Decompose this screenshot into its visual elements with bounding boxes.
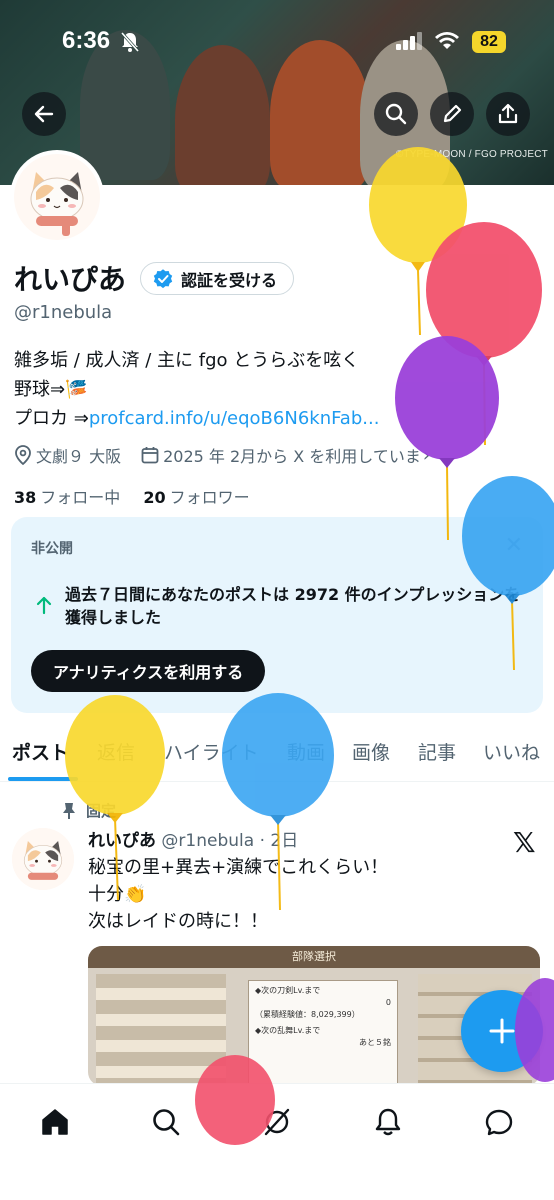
post-line: 次はレイドの時に！！ [88, 911, 268, 932]
back-button[interactable] [22, 92, 66, 136]
nav-grok[interactable] [257, 1102, 297, 1142]
balloon [426, 222, 542, 446]
private-analytics-card: 非公開 ✕ 過去７日間にあなたのポストは 2972 件のインプレッションを獲得し… [11, 517, 543, 713]
game-screen-title: 部隊選択 [292, 950, 336, 963]
bio-prefix: プロカ ⇒ [14, 408, 89, 429]
search-icon [385, 103, 407, 125]
edit-button[interactable] [430, 92, 474, 136]
tab-videos[interactable]: 動画 [287, 738, 325, 765]
pin-icon [63, 802, 75, 819]
close-icon[interactable]: ✕ [505, 533, 523, 558]
wifi-icon [435, 32, 459, 49]
plus-icon [489, 1018, 515, 1044]
bio-line: プロカ ⇒profcard.info/u/eqoB6N6knFab... [14, 404, 379, 433]
calendar-icon [141, 447, 159, 464]
followers-count: 20 [143, 488, 166, 507]
grok-icon [264, 1108, 290, 1136]
profile-name: れいぴあ [14, 263, 127, 296]
follow-stats: 38 フォロー中 20 フォロワー [14, 484, 250, 508]
private-label: 非公開 [31, 541, 73, 557]
post-line: 十分👏 [88, 884, 147, 905]
pinned-indicator: 固定 [62, 800, 116, 821]
impressions-message: 過去７日間にあなたのポストは 2972 件のインプレッションを獲得しました [65, 585, 521, 627]
profile-bio: 雑多垢 / 成人済 / 主に fgo とうらぶを呟く 野球⇒🎏 プロカ ⇒pro… [14, 346, 379, 433]
cat-avatar-image [12, 828, 74, 890]
share-icon [498, 103, 518, 124]
share-button[interactable] [486, 92, 530, 136]
nav-notifications[interactable] [368, 1102, 408, 1142]
x-logo-icon[interactable]: 𝕏 [513, 826, 536, 859]
arrow-left-icon [34, 105, 54, 123]
post-handle: @r1nebula [161, 831, 255, 851]
tab-highlights[interactable]: ハイライト [164, 738, 259, 765]
tab-images[interactable]: 画像 [352, 738, 390, 765]
profile-location: 文劇９ 大阪 [36, 447, 122, 466]
post-dot: · [259, 831, 265, 851]
verified-badge-icon [153, 268, 173, 288]
nav-search[interactable] [146, 1102, 186, 1142]
game-row-value: 0 [385, 998, 391, 1007]
status-bar: 6:36 82 [0, 22, 554, 62]
get-verified-button[interactable]: 認証を受ける [140, 262, 295, 295]
chevron-right-icon[interactable]: › [423, 445, 430, 466]
post-line: 秘宝の里+異去+演練でこれくらい！ [88, 857, 389, 878]
game-row-extra: （累積経験値：8,029,399） [255, 1010, 360, 1019]
search-icon [153, 1109, 180, 1136]
avatar[interactable] [10, 150, 104, 244]
pinned-label: 固定 [86, 802, 117, 820]
balloon [395, 336, 499, 541]
bio-line: 雑多垢 / 成人済 / 主に fgo とうらぶを呟く [14, 350, 360, 371]
arrow-up-icon [36, 596, 52, 615]
post-time: 2日 [270, 831, 299, 851]
cat-avatar-image [14, 154, 100, 240]
location-pin-icon [15, 445, 31, 465]
game-popup: ◆次の刀剣Lv.まで 0 （累積経験値：8,029,399） ◆次の乱舞Lv.ま… [248, 980, 398, 1086]
search-button[interactable] [374, 92, 418, 136]
bio-line: 野球⇒🎏 [14, 379, 88, 400]
nav-home[interactable] [35, 1102, 75, 1142]
tab-replies[interactable]: 返信 [97, 738, 135, 765]
bell-icon [375, 1108, 401, 1136]
tab-likes[interactable]: いいね [483, 738, 540, 765]
game-list [96, 974, 226, 1086]
pencil-icon [443, 104, 462, 123]
following-count: 38 [14, 488, 37, 507]
bell-muted-icon [120, 32, 140, 52]
post-avatar[interactable] [12, 828, 74, 890]
home-icon [42, 1109, 68, 1135]
compose-button[interactable] [461, 990, 543, 1072]
following-link[interactable]: 38 フォロー中 [14, 488, 120, 507]
bottom-navigation [0, 1083, 554, 1200]
tab-articles[interactable]: 記事 [418, 738, 456, 765]
game-row-value: あと５銘 [359, 1038, 391, 1047]
profile-joined: 2025 年 2月から X を利用していま [163, 447, 421, 466]
game-row-label: ◆次の乱舞Lv.まで [255, 1026, 321, 1035]
profile-tabs: ポスト 返信 ハイライト 動画 画像 記事 いいね [0, 726, 554, 782]
tab-posts[interactable]: ポスト [12, 738, 69, 765]
post-header: れいぴあ @r1nebula · 2日 [88, 826, 298, 851]
profile-meta: 文劇９ 大阪 2025 年 2月から X を利用していま › [14, 443, 430, 467]
following-label: フォロー中 [40, 488, 121, 507]
get-verified-label: 認証を受ける [181, 270, 278, 290]
battery-indicator: 82 [472, 31, 506, 53]
followers-link[interactable]: 20 フォロワー [143, 488, 249, 507]
followers-label: フォロワー [169, 488, 250, 507]
banner-figure [175, 45, 270, 185]
profile-handle: @r1nebula [14, 302, 113, 323]
banner-credit: ©TYPE-MOON / FGO PROJECT [395, 149, 548, 160]
game-row-label: ◆次の刀剣Lv.まで [255, 986, 321, 995]
nav-messages[interactable] [479, 1102, 519, 1142]
message-icon [485, 1109, 513, 1136]
signal-icon [396, 32, 422, 50]
analytics-button[interactable]: アナリティクスを利用する [31, 650, 266, 692]
post-text: 秘宝の里+異去+演練でこれくらい！ 十分👏 次はレイドの時に！！ [88, 854, 388, 935]
post-author[interactable]: れいぴあ [88, 831, 156, 851]
status-time: 6:36 [62, 27, 111, 54]
active-tab-indicator [8, 777, 78, 781]
bio-link[interactable]: profcard.info/u/eqoB6N6knFab... [89, 408, 380, 429]
